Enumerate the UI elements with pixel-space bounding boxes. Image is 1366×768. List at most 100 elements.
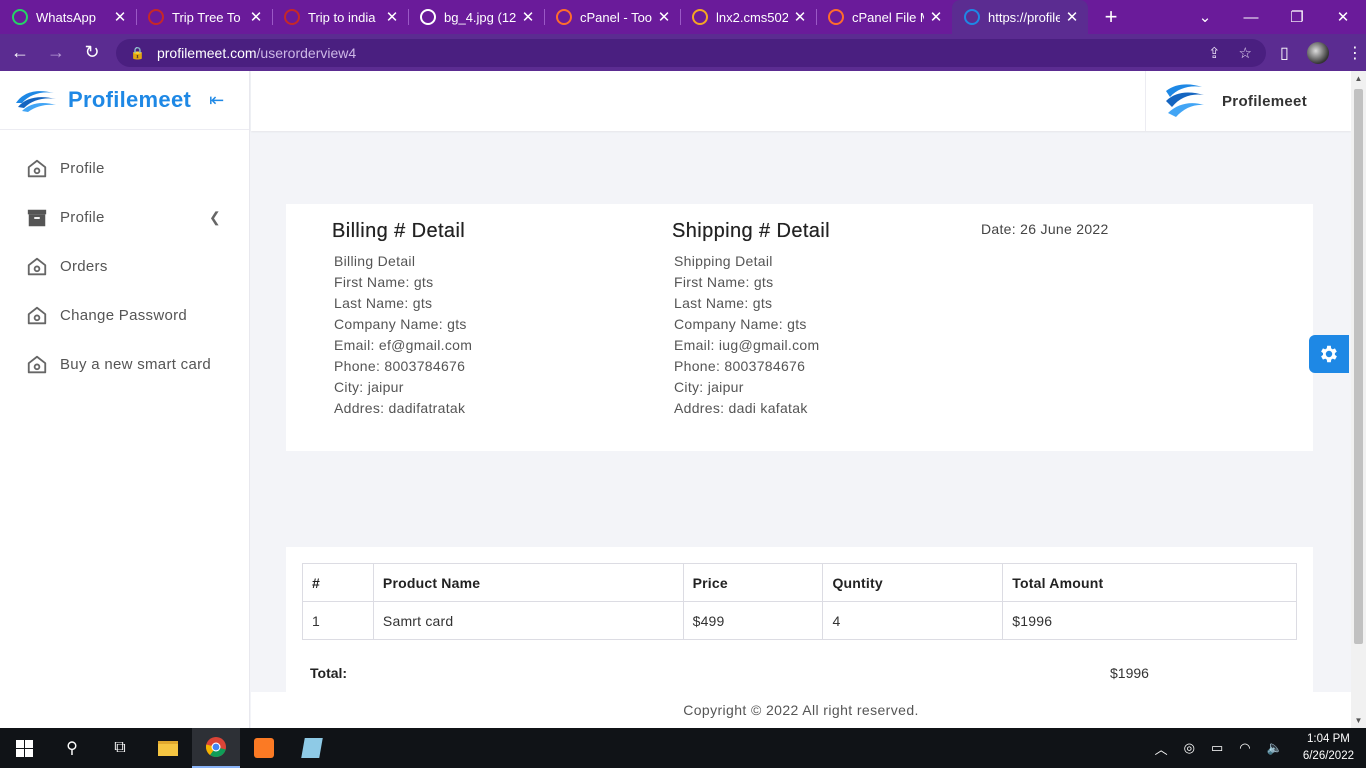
shipping-detail-line: City: jaipur: [674, 379, 744, 395]
sidebar-item-label: Orders: [60, 258, 108, 275]
home-icon: [26, 305, 48, 327]
clock-date: 6/26/2022: [1302, 750, 1354, 762]
billing-detail-line: Addres: dadifatratak: [334, 400, 466, 416]
volume-icon[interactable]: 🔈: [1267, 740, 1283, 756]
browser-menu-icon[interactable]: ⋮: [1347, 43, 1363, 63]
chrome-icon[interactable]: [192, 728, 240, 768]
browser-tab[interactable]: Trip to india ✕: [272, 0, 408, 34]
notepad-icon[interactable]: [288, 728, 336, 768]
file-explorer-icon[interactable]: [144, 728, 192, 768]
forward-button[interactable]: →: [40, 42, 72, 63]
brand-name: Profilemeet: [68, 87, 192, 112]
order-total: Total: $1996: [310, 665, 1290, 681]
close-tab-icon[interactable]: ✕: [248, 8, 264, 26]
address-bar[interactable]: 🔒 profilemeet.com/userorderview4 ⇪ ☆: [116, 38, 1266, 67]
close-tab-icon[interactable]: ✕: [520, 8, 536, 26]
sidebar-item-profile[interactable]: Profile ❮: [0, 193, 249, 242]
windows-start-icon[interactable]: [0, 728, 48, 768]
reload-button[interactable]: ↻: [76, 42, 108, 63]
shipping-detail-line: Addres: dadi kafatak: [674, 400, 808, 416]
site-logo-icon: [284, 9, 300, 25]
sidebar-item-orders[interactable]: Orders: [0, 242, 249, 291]
side-panel-icon[interactable]: ▯: [1280, 43, 1289, 63]
task-view-icon[interactable]: ⧉: [96, 728, 144, 768]
tab-list: WhatsApp✕Trip Tree To In✕Trip to india✕b…: [0, 0, 1088, 34]
sidebar-item-change-password[interactable]: Change Password: [0, 291, 249, 340]
table-cell: $499: [682, 601, 824, 640]
home-icon: [26, 256, 48, 278]
sidebar-item-label: Buy a new smart card: [60, 356, 212, 373]
browser-tab[interactable]: lnx2.cms502.c✕: [680, 0, 816, 34]
sidebar-item-profile[interactable]: Profile: [0, 144, 249, 193]
xampp-icon[interactable]: [240, 728, 288, 768]
chevron-left-icon[interactable]: ❮: [209, 209, 221, 226]
profile-avatar[interactable]: [1306, 41, 1329, 64]
shipping-detail-line: Shipping Detail: [674, 253, 773, 269]
scroll-up-arrow[interactable]: ▲: [1351, 74, 1366, 83]
sidebar-item-buy-a-new-smart-card[interactable]: Buy a new smart card: [0, 340, 249, 389]
close-tab-icon[interactable]: ✕: [1064, 8, 1080, 26]
browser-tab[interactable]: cPanel File Ma✕: [816, 0, 952, 34]
shipping-title: Shipping # Detail: [672, 220, 831, 242]
wifi-icon[interactable]: ◠: [1239, 740, 1250, 756]
column-header: Total Amount: [1002, 563, 1297, 602]
minimize-button[interactable]: —: [1228, 9, 1274, 26]
shipping-detail-line: Email: iug@gmail.com: [674, 337, 820, 353]
browser-tab[interactable]: https://profile ✕: [952, 0, 1088, 34]
browser-tab[interactable]: bg_4.jpg (128 ✕: [408, 0, 544, 34]
settings-button[interactable]: [1309, 335, 1349, 373]
close-tab-icon[interactable]: ✕: [384, 8, 400, 26]
page-scrollbar[interactable]: ▲ ▼: [1351, 71, 1366, 728]
billing-detail-line: First Name: gts: [334, 274, 434, 290]
search-icon[interactable]: ⚲: [48, 728, 96, 768]
table-cell: $1996: [1002, 601, 1297, 640]
tab-title: bg_4.jpg (128: [444, 9, 516, 25]
close-window-button[interactable]: ✕: [1320, 8, 1366, 26]
scroll-down-arrow[interactable]: ▼: [1351, 716, 1366, 725]
cpanel-icon: [828, 9, 844, 25]
battery-icon[interactable]: ▭: [1211, 740, 1223, 756]
new-tab-button[interactable]: +: [1094, 4, 1128, 30]
tab-title: lnx2.cms502.c: [716, 9, 788, 25]
browser-tab[interactable]: WhatsApp ✕: [0, 0, 136, 34]
globe-icon: [420, 9, 436, 25]
meet-now-icon[interactable]: ◎: [1184, 740, 1195, 756]
browser-tab[interactable]: cPanel - Tools✕: [544, 0, 680, 34]
table-body: 1 Samrt card $499 4 $1996: [302, 601, 1297, 640]
site-logo-icon: [148, 9, 164, 25]
billing-detail-line: City: jaipur: [334, 379, 404, 395]
tab-title: Trip Tree To In: [172, 9, 244, 25]
header-brand-name: Profilemeet: [1222, 92, 1307, 110]
close-tab-icon[interactable]: ✕: [792, 8, 808, 26]
shipping-detail: Shipping # Detail Shipping Detail First N…: [672, 220, 830, 419]
server-icon: [692, 9, 708, 25]
shipping-lines: Shipping Detail First Name: gts Last Name:…: [672, 251, 830, 419]
close-tab-icon[interactable]: ✕: [928, 8, 944, 26]
windows-taskbar: ⚲ ⧉ ︿ ◎ ▭ ◠ 🔈 1:04 PM 6/26/2022: [0, 728, 1366, 768]
table-cell: 1: [302, 601, 374, 640]
billing-title: Billing # Detail: [332, 220, 466, 242]
whatsapp-icon: [12, 9, 28, 25]
sidebar-menu: Profile Profile ❮ Orders Change Password Buy …: [0, 130, 249, 389]
close-tab-icon[interactable]: ✕: [656, 8, 672, 26]
window-controls: ⌄ — ❐ ✕: [1182, 0, 1366, 34]
footer-copyright: Copyright © 2022 All right reserved.: [251, 692, 1351, 728]
share-icon[interactable]: ⇪: [1208, 44, 1221, 62]
sidebar-item-label: Profile: [60, 160, 105, 177]
scrollbar-thumb[interactable]: [1354, 89, 1363, 644]
restore-button[interactable]: ❐: [1274, 8, 1320, 26]
show-hidden-icons-icon[interactable]: ︿: [1155, 739, 1168, 758]
lock-icon[interactable]: 🔒: [130, 46, 145, 60]
browser-tab[interactable]: Trip Tree To In✕: [136, 0, 272, 34]
shipping-detail-line: Last Name: gts: [674, 295, 773, 311]
tab-search-icon[interactable]: ⌄: [1182, 8, 1228, 26]
bookmark-star-icon[interactable]: ☆: [1239, 44, 1252, 62]
billing-detail-line: Billing Detail: [334, 253, 416, 269]
billing-detail: Billing # Detail Billing Detail First Nam…: [332, 220, 472, 419]
back-button[interactable]: ←: [4, 42, 36, 63]
profilemeet-logo-icon: [1166, 84, 1204, 117]
close-tab-icon[interactable]: ✕: [112, 8, 128, 26]
order-detail-card: Billing # Detail Billing Detail First Nam…: [286, 204, 1313, 451]
collapse-sidebar-icon[interactable]: ⇤: [209, 90, 224, 111]
taskbar-clock[interactable]: 1:04 PM 6/26/2022: [1303, 731, 1354, 765]
